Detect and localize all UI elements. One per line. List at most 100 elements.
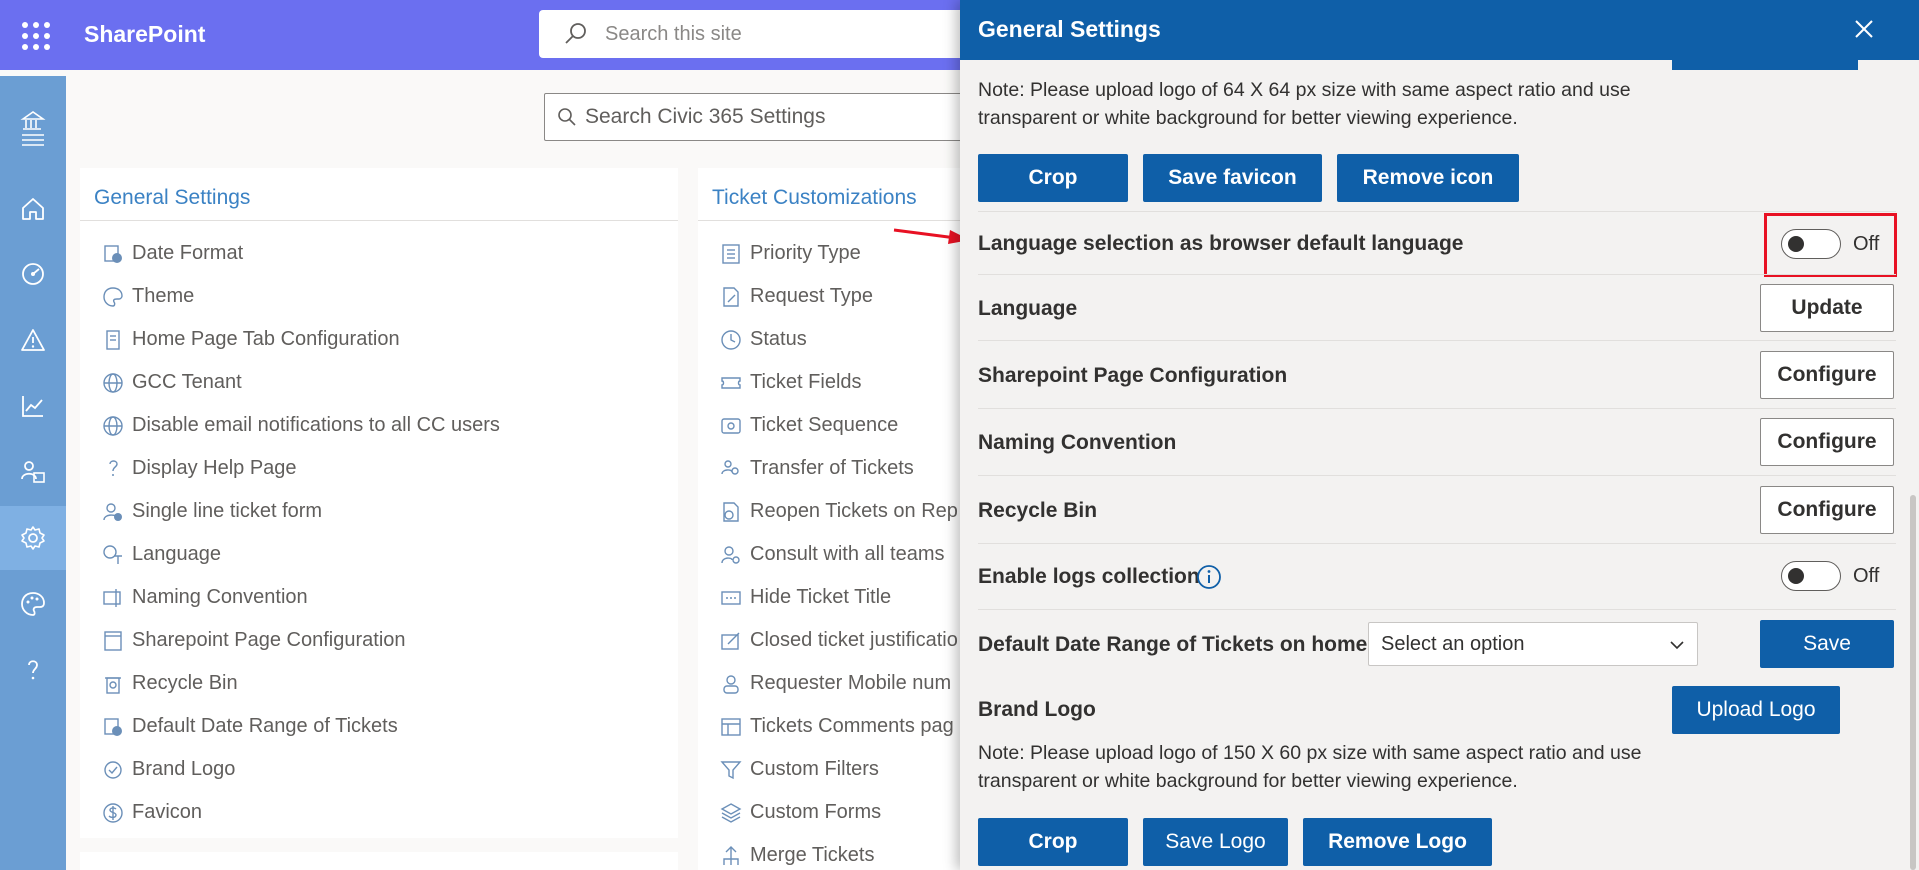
dashboard-icon[interactable] (0, 242, 66, 306)
browser-language-label: Language selection as browser default la… (978, 232, 1464, 255)
info-icon[interactable] (1196, 564, 1222, 590)
favicon-note: Note: Please upload logo of 64 X 64 px s… (978, 79, 1631, 129)
settings-menu-item[interactable]: Closed ticket justificatio (720, 619, 958, 662)
date-range-save-button[interactable]: Save (1760, 620, 1894, 668)
menu-item-label: Transfer of Tickets (750, 457, 914, 479)
recycle-icon (105, 676, 121, 694)
general-settings-card: General Settings Date Format Theme Home Pa… (80, 168, 678, 838)
select-value: Select an option (1381, 632, 1525, 655)
analytics-icon[interactable] (0, 374, 66, 438)
card-title: General Settings (94, 186, 251, 209)
remove-icon-button[interactable]: Remove icon (1337, 154, 1519, 202)
theme-palette-icon[interactable] (0, 572, 66, 636)
panel-scrollbar[interactable] (1910, 495, 1916, 870)
page-icon (104, 630, 122, 651)
sharepoint-configure-button[interactable]: Configure (1760, 351, 1894, 399)
settings-gear-icon[interactable] (0, 506, 66, 570)
chevron-down-icon (1670, 641, 1684, 650)
edit-box-icon (721, 632, 740, 650)
settings-menu-item[interactable]: Home Page Tab Configuration (102, 318, 500, 361)
settings-menu-item[interactable]: Status (720, 318, 958, 361)
settings-menu-item[interactable]: Merge Tickets (720, 834, 958, 870)
language-update-button[interactable]: Update (1760, 284, 1894, 332)
app-name[interactable]: SharePoint (84, 21, 205, 48)
divider (978, 609, 1896, 610)
dots-box-icon (721, 590, 741, 605)
home-icon[interactable] (0, 177, 66, 241)
settings-menu-item[interactable]: Single line ticket form (102, 490, 500, 533)
save-logo-button[interactable]: Save Logo (1143, 818, 1288, 866)
menu-item-label: Sharepoint Page Configuration (132, 629, 406, 651)
dollar-icon (103, 802, 123, 823)
settings-search-input[interactable]: Search Civic 365 Settings (544, 93, 1004, 141)
people-map-icon[interactable] (0, 440, 66, 504)
settings-menu-item[interactable]: Request Type (720, 275, 958, 318)
settings-menu-item[interactable]: Custom Forms (720, 791, 958, 834)
question-icon (109, 459, 118, 476)
settings-menu-item[interactable]: Default Date Range of Tickets (102, 705, 500, 748)
highlight-box (1764, 213, 1897, 277)
settings-menu-item[interactable]: Naming Convention (102, 576, 500, 619)
search-icon (565, 23, 586, 44)
divider (698, 220, 998, 221)
settings-menu-item[interactable]: Date Format (102, 232, 500, 275)
divider (978, 274, 1896, 275)
menu-item-label: Ticket Fields (750, 371, 862, 393)
help-icon[interactable] (0, 638, 66, 702)
merge-icon (723, 845, 739, 865)
naming-configure-button[interactable]: Configure (1760, 418, 1894, 466)
divider (978, 543, 1896, 544)
settings-search-placeholder: Search Civic 365 Settings (585, 105, 826, 128)
settings-menu-item[interactable]: Language (102, 533, 500, 576)
favicon-crop-button[interactable]: Crop (978, 154, 1128, 202)
card-title: Ticket Customizations (712, 186, 917, 209)
warning-icon[interactable] (0, 308, 66, 372)
settings-menu-item[interactable]: Display Help Page (102, 447, 500, 490)
menu-item-label: Brand Logo (132, 758, 236, 780)
logo-crop-button[interactable]: Crop (978, 818, 1128, 866)
settings-menu-item[interactable]: GCC Tenant (102, 361, 500, 404)
settings-menu-item[interactable]: Transfer of Tickets (720, 447, 958, 490)
settings-menu-item[interactable]: Custom Filters (720, 748, 958, 791)
settings-menu-item[interactable]: Theme (102, 275, 500, 318)
settings-menu-item[interactable]: Favicon (102, 791, 500, 834)
settings-menu-item[interactable]: Sharepoint Page Configuration (102, 619, 500, 662)
menu-item-label: Requester Mobile num (750, 672, 952, 694)
remove-logo-button[interactable]: Remove Logo (1303, 818, 1492, 866)
menu-item-label: Custom Forms (750, 801, 882, 823)
divider (978, 211, 1896, 212)
person-remove-icon (103, 502, 122, 521)
settings-menu-item[interactable]: Hide Ticket Title (720, 576, 958, 619)
close-icon[interactable] (1851, 16, 1877, 42)
settings-menu-item[interactable]: Consult with all teams (720, 533, 958, 576)
date-range-select[interactable]: Select an option (1368, 622, 1698, 666)
settings-menu-item[interactable]: Disable email notifications to all CC us… (102, 404, 500, 447)
menu-item-label: Reopen Tickets on Rep (750, 500, 958, 522)
civic-logo-menu-icon[interactable] (0, 84, 66, 170)
panel-title: General Settings (978, 16, 1161, 42)
logs-toggle[interactable] (1781, 561, 1841, 591)
clock-icon (721, 329, 741, 350)
upload-favicon-button[interactable] (1672, 60, 1858, 70)
divider (978, 340, 1896, 341)
calendar-clock-icon (104, 717, 122, 736)
settings-menu-item[interactable]: Requester Mobile num (720, 662, 958, 705)
settings-menu-item[interactable]: Ticket Sequence (720, 404, 958, 447)
ticket-customizations-card: Ticket Customizations Priority Type Reque… (698, 168, 998, 870)
building-icon (20, 111, 46, 146)
recycle-configure-button[interactable]: Configure (1760, 486, 1894, 534)
app-launcher-icon[interactable] (20, 20, 50, 50)
settings-menu-item[interactable]: Recycle Bin (102, 662, 500, 705)
settings-menu-item[interactable]: Ticket Fields (720, 361, 958, 404)
site-search-input[interactable]: Search this site (539, 10, 999, 58)
upload-logo-button[interactable]: Upload Logo (1672, 686, 1840, 734)
menu-item-label: Naming Convention (132, 586, 308, 608)
globe-icon (103, 415, 123, 436)
save-favicon-button[interactable]: Save favicon (1143, 154, 1322, 202)
settings-menu-item[interactable]: Reopen Tickets on Rep (720, 490, 958, 533)
menu-item-label: Request Type (750, 285, 874, 307)
menu-item-label: Default Date Range of Tickets (132, 715, 398, 737)
settings-menu-item[interactable]: Tickets Comments pag (720, 705, 958, 748)
document-icon (106, 329, 120, 350)
settings-menu-item[interactable]: Brand Logo (102, 748, 500, 791)
